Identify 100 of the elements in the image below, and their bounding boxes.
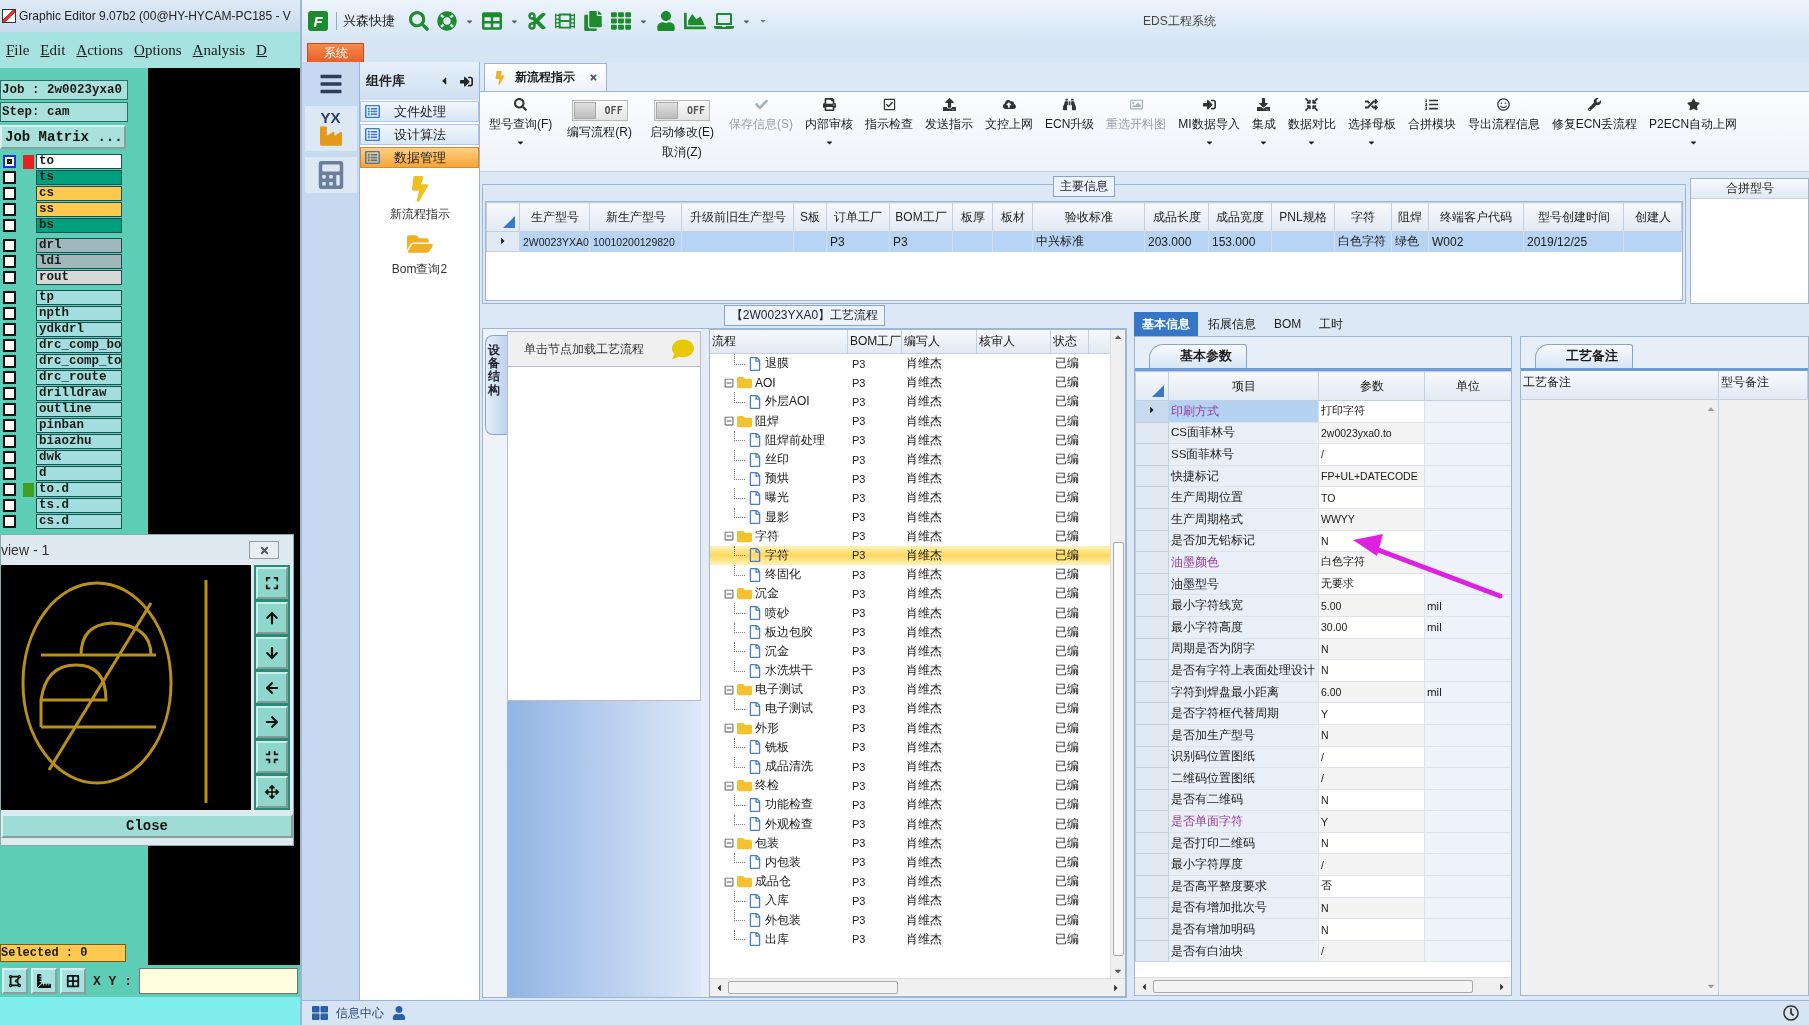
tree-node-label[interactable]: 电子测试 xyxy=(755,681,803,699)
column-header[interactable]: 字符 xyxy=(1334,202,1392,232)
status-text[interactable]: 信息中心 xyxy=(336,1004,384,1022)
column-header[interactable]: BOM工厂 xyxy=(889,202,953,232)
layer-name[interactable]: drc_comp_bo xyxy=(36,338,122,353)
view-tool-button[interactable] xyxy=(256,567,288,599)
scissors-icon[interactable] xyxy=(527,11,547,31)
layer-name[interactable]: ydkdrl xyxy=(36,322,122,337)
tree-node-label[interactable]: 阻焊 xyxy=(755,412,779,430)
view-tool-button[interactable] xyxy=(256,776,288,808)
tree-node-label[interactable]: 电子测试 xyxy=(765,700,813,718)
tree-node-label[interactable]: 沉金 xyxy=(755,585,779,603)
column-header[interactable]: 型号创建时间 xyxy=(1523,202,1624,232)
tree-node-label[interactable]: 外形 xyxy=(755,719,779,737)
xy-input-field[interactable] xyxy=(139,968,298,994)
layer-checkbox[interactable] xyxy=(3,219,16,232)
scrollbar[interactable] xyxy=(1135,977,1511,995)
ribbon-button[interactable]: MI数据导入 xyxy=(1173,96,1245,149)
layer-name[interactable]: ldi xyxy=(36,254,122,269)
column-header[interactable]: 型号备注 xyxy=(1719,371,1808,399)
menu-item[interactable]: File xyxy=(6,41,30,59)
tree-node-label[interactable]: 退膜 xyxy=(765,355,789,373)
column-header[interactable]: S板 xyxy=(793,202,827,232)
layer-name[interactable]: to xyxy=(36,154,122,169)
tree-node-label[interactable]: 成品清洗 xyxy=(765,758,813,776)
copy-icon[interactable] xyxy=(583,11,603,31)
column-header[interactable]: 单位 xyxy=(1424,371,1511,401)
column-header[interactable]: 成品长度 xyxy=(1144,202,1209,232)
tool-button[interactable] xyxy=(2,968,28,994)
column-header[interactable]: PNL规格 xyxy=(1271,202,1335,232)
close-button[interactable] xyxy=(589,73,598,82)
tree-node-label[interactable]: 外包装 xyxy=(765,911,801,929)
tree-node-label[interactable]: 预烘 xyxy=(765,470,789,488)
tab[interactable]: 工时 xyxy=(1311,312,1352,336)
ribbon-label[interactable]: 编写流程(R) xyxy=(567,124,632,141)
layer-checkbox[interactable] xyxy=(3,387,16,400)
panel-tab[interactable]: 基本参数 xyxy=(1149,344,1247,368)
layer-checkbox[interactable] xyxy=(3,271,16,284)
ribbon-button[interactable]: 文控上网 xyxy=(980,96,1038,135)
layer-checkbox[interactable] xyxy=(3,419,16,432)
module-button[interactable]: YX xyxy=(304,106,357,151)
tree-node-label[interactable]: 水洗烘干 xyxy=(765,662,813,680)
view-tool-button[interactable] xyxy=(256,671,288,704)
ribbon-button[interactable]: 指示检查 xyxy=(860,96,918,135)
tree-node-label[interactable]: AOI xyxy=(755,375,776,390)
panel-tab[interactable]: 工艺备注 xyxy=(1535,344,1633,368)
menu-item[interactable]: Edit xyxy=(40,41,66,59)
library-item[interactable]: 文件处理 xyxy=(360,101,479,122)
layer-checkbox[interactable] xyxy=(3,203,16,216)
layer-name[interactable]: d xyxy=(36,466,122,481)
lifebuoy-icon[interactable] xyxy=(437,11,457,31)
tree-node-label[interactable]: 丝印 xyxy=(765,451,789,469)
layer-checkbox[interactable] xyxy=(3,291,16,304)
tool-button[interactable] xyxy=(31,968,57,994)
ribbon-button[interactable]: 集成 xyxy=(1246,96,1281,149)
layer-checkbox[interactable] xyxy=(3,155,16,168)
layer-checkbox[interactable] xyxy=(3,255,16,268)
column-header[interactable]: 新生产型号 xyxy=(589,202,682,232)
tree-node-label[interactable]: 内包装 xyxy=(765,853,801,871)
scrollbar[interactable] xyxy=(1110,330,1125,978)
ribbon-label[interactable]: 启动修改(E) xyxy=(650,124,714,141)
ribbon-button[interactable]: P2ECN自动上网 xyxy=(1644,96,1743,149)
layer-checkbox[interactable] xyxy=(3,239,16,252)
column-header[interactable]: 订单工厂 xyxy=(826,202,890,232)
tree-node-label[interactable]: 成品仓 xyxy=(755,873,791,891)
tree-node-label[interactable]: 包装 xyxy=(755,834,779,852)
toggle-switch[interactable]: OFF xyxy=(571,100,628,121)
tab[interactable]: 拓展信息 xyxy=(1200,312,1264,336)
film-icon[interactable] xyxy=(555,11,575,31)
layer-name[interactable]: ts.d xyxy=(36,498,122,513)
layer-checkbox[interactable] xyxy=(3,371,16,384)
customize-caret-icon[interactable] xyxy=(759,17,767,25)
layer-name[interactable]: outline xyxy=(36,402,122,417)
column-header[interactable]: 参数 xyxy=(1318,371,1425,401)
tree-node-label[interactable]: 入库 xyxy=(765,892,789,910)
column-header[interactable]: 成品宽度 xyxy=(1208,202,1272,232)
view-tool-button[interactable] xyxy=(256,741,288,774)
layer-name[interactable]: npth xyxy=(36,306,122,321)
view-tool-button[interactable] xyxy=(256,706,288,739)
tool-item[interactable]: 新流程指示 xyxy=(360,175,479,224)
side-tab[interactable]: 设备结构 xyxy=(485,335,507,435)
tree-node-label[interactable]: 字符 xyxy=(765,546,789,564)
close-button[interactable] xyxy=(249,541,279,559)
menu-item[interactable]: D xyxy=(256,41,267,59)
column-header[interactable]: 流程 xyxy=(710,330,848,353)
tree-node-label[interactable]: 终检 xyxy=(755,777,779,795)
column-header[interactable]: 编写人 xyxy=(902,330,977,353)
layer-name[interactable]: tp xyxy=(36,290,122,305)
layer-name[interactable]: bs xyxy=(36,218,122,233)
tree-node-label[interactable]: 字符 xyxy=(755,527,779,545)
tree-node-label[interactable]: 阻焊前处理 xyxy=(765,431,825,449)
layer-checkbox[interactable] xyxy=(3,403,16,416)
table-icon[interactable] xyxy=(482,11,502,31)
layer-name[interactable]: ss xyxy=(36,202,122,217)
column-header[interactable]: 生产型号 xyxy=(519,202,590,232)
column-header[interactable]: 创建人 xyxy=(1623,202,1682,232)
layer-checkbox[interactable] xyxy=(3,483,16,496)
layer-checkbox[interactable] xyxy=(3,323,16,336)
ribbon-button[interactable]: 型号查询(F) xyxy=(484,96,558,149)
layer-name[interactable]: rout xyxy=(36,270,122,285)
